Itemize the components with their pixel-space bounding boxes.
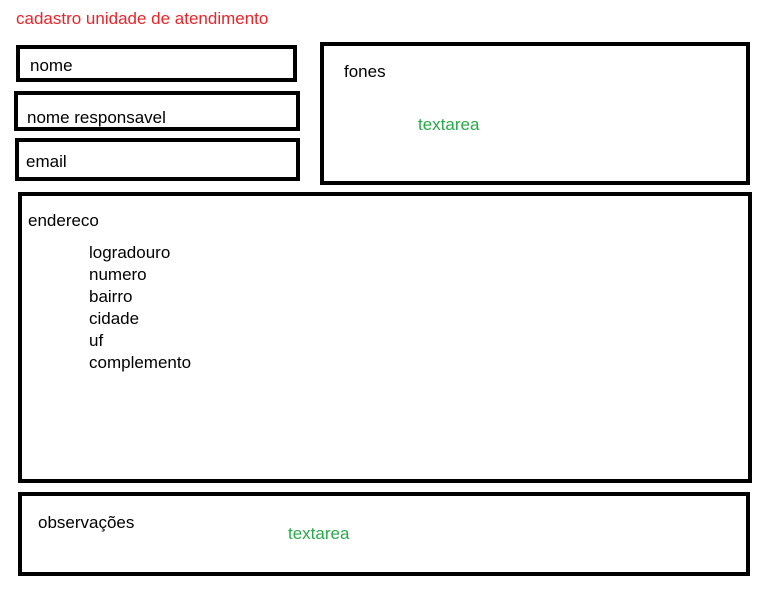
page-title: cadastro unidade de atendimento (16, 9, 269, 28)
endereco-field-list: logradouro numero bairro cidade uf compl… (89, 242, 191, 374)
email-label: email (26, 152, 67, 171)
endereco-group: endereco logradouro numero bairro cidade… (18, 192, 752, 483)
nome-responsavel-label: nome responsavel (27, 108, 166, 127)
fones-textarea-hint: textarea (418, 115, 480, 134)
bairro-field[interactable]: bairro (89, 286, 191, 308)
observacoes-textarea-hint: textarea (288, 524, 350, 543)
email-field[interactable]: email (15, 138, 300, 181)
numero-field[interactable]: numero (89, 264, 191, 286)
complemento-field[interactable]: complemento (89, 352, 191, 374)
fones-textarea[interactable]: fones textarea (320, 42, 750, 185)
fones-label: fones (344, 62, 386, 81)
nome-responsavel-field[interactable]: nome responsavel (14, 91, 300, 131)
cidade-field[interactable]: cidade (89, 308, 191, 330)
endereco-label: endereco (28, 211, 99, 230)
logradouro-field[interactable]: logradouro (89, 242, 191, 264)
nome-label: nome (30, 56, 73, 75)
nome-field[interactable]: nome (16, 45, 297, 82)
observacoes-label: observações (38, 513, 135, 532)
uf-field[interactable]: uf (89, 330, 191, 352)
observacoes-textarea[interactable]: observações textarea (18, 492, 750, 576)
